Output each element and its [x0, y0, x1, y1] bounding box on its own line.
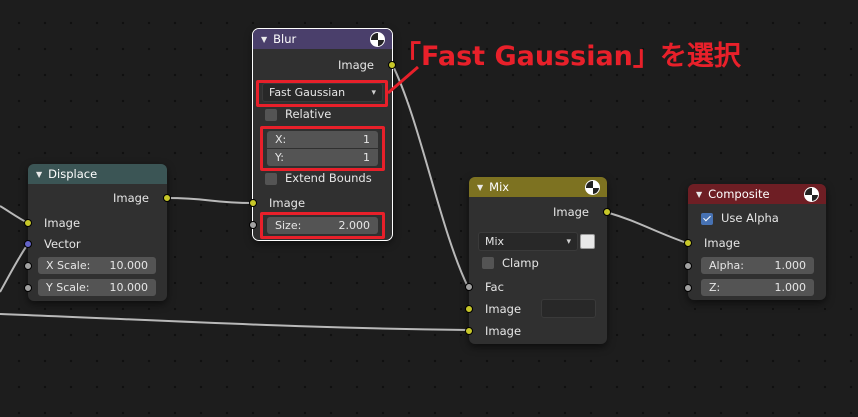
callout-text: 「Fast Gaussian」を選択 [394, 41, 741, 72]
